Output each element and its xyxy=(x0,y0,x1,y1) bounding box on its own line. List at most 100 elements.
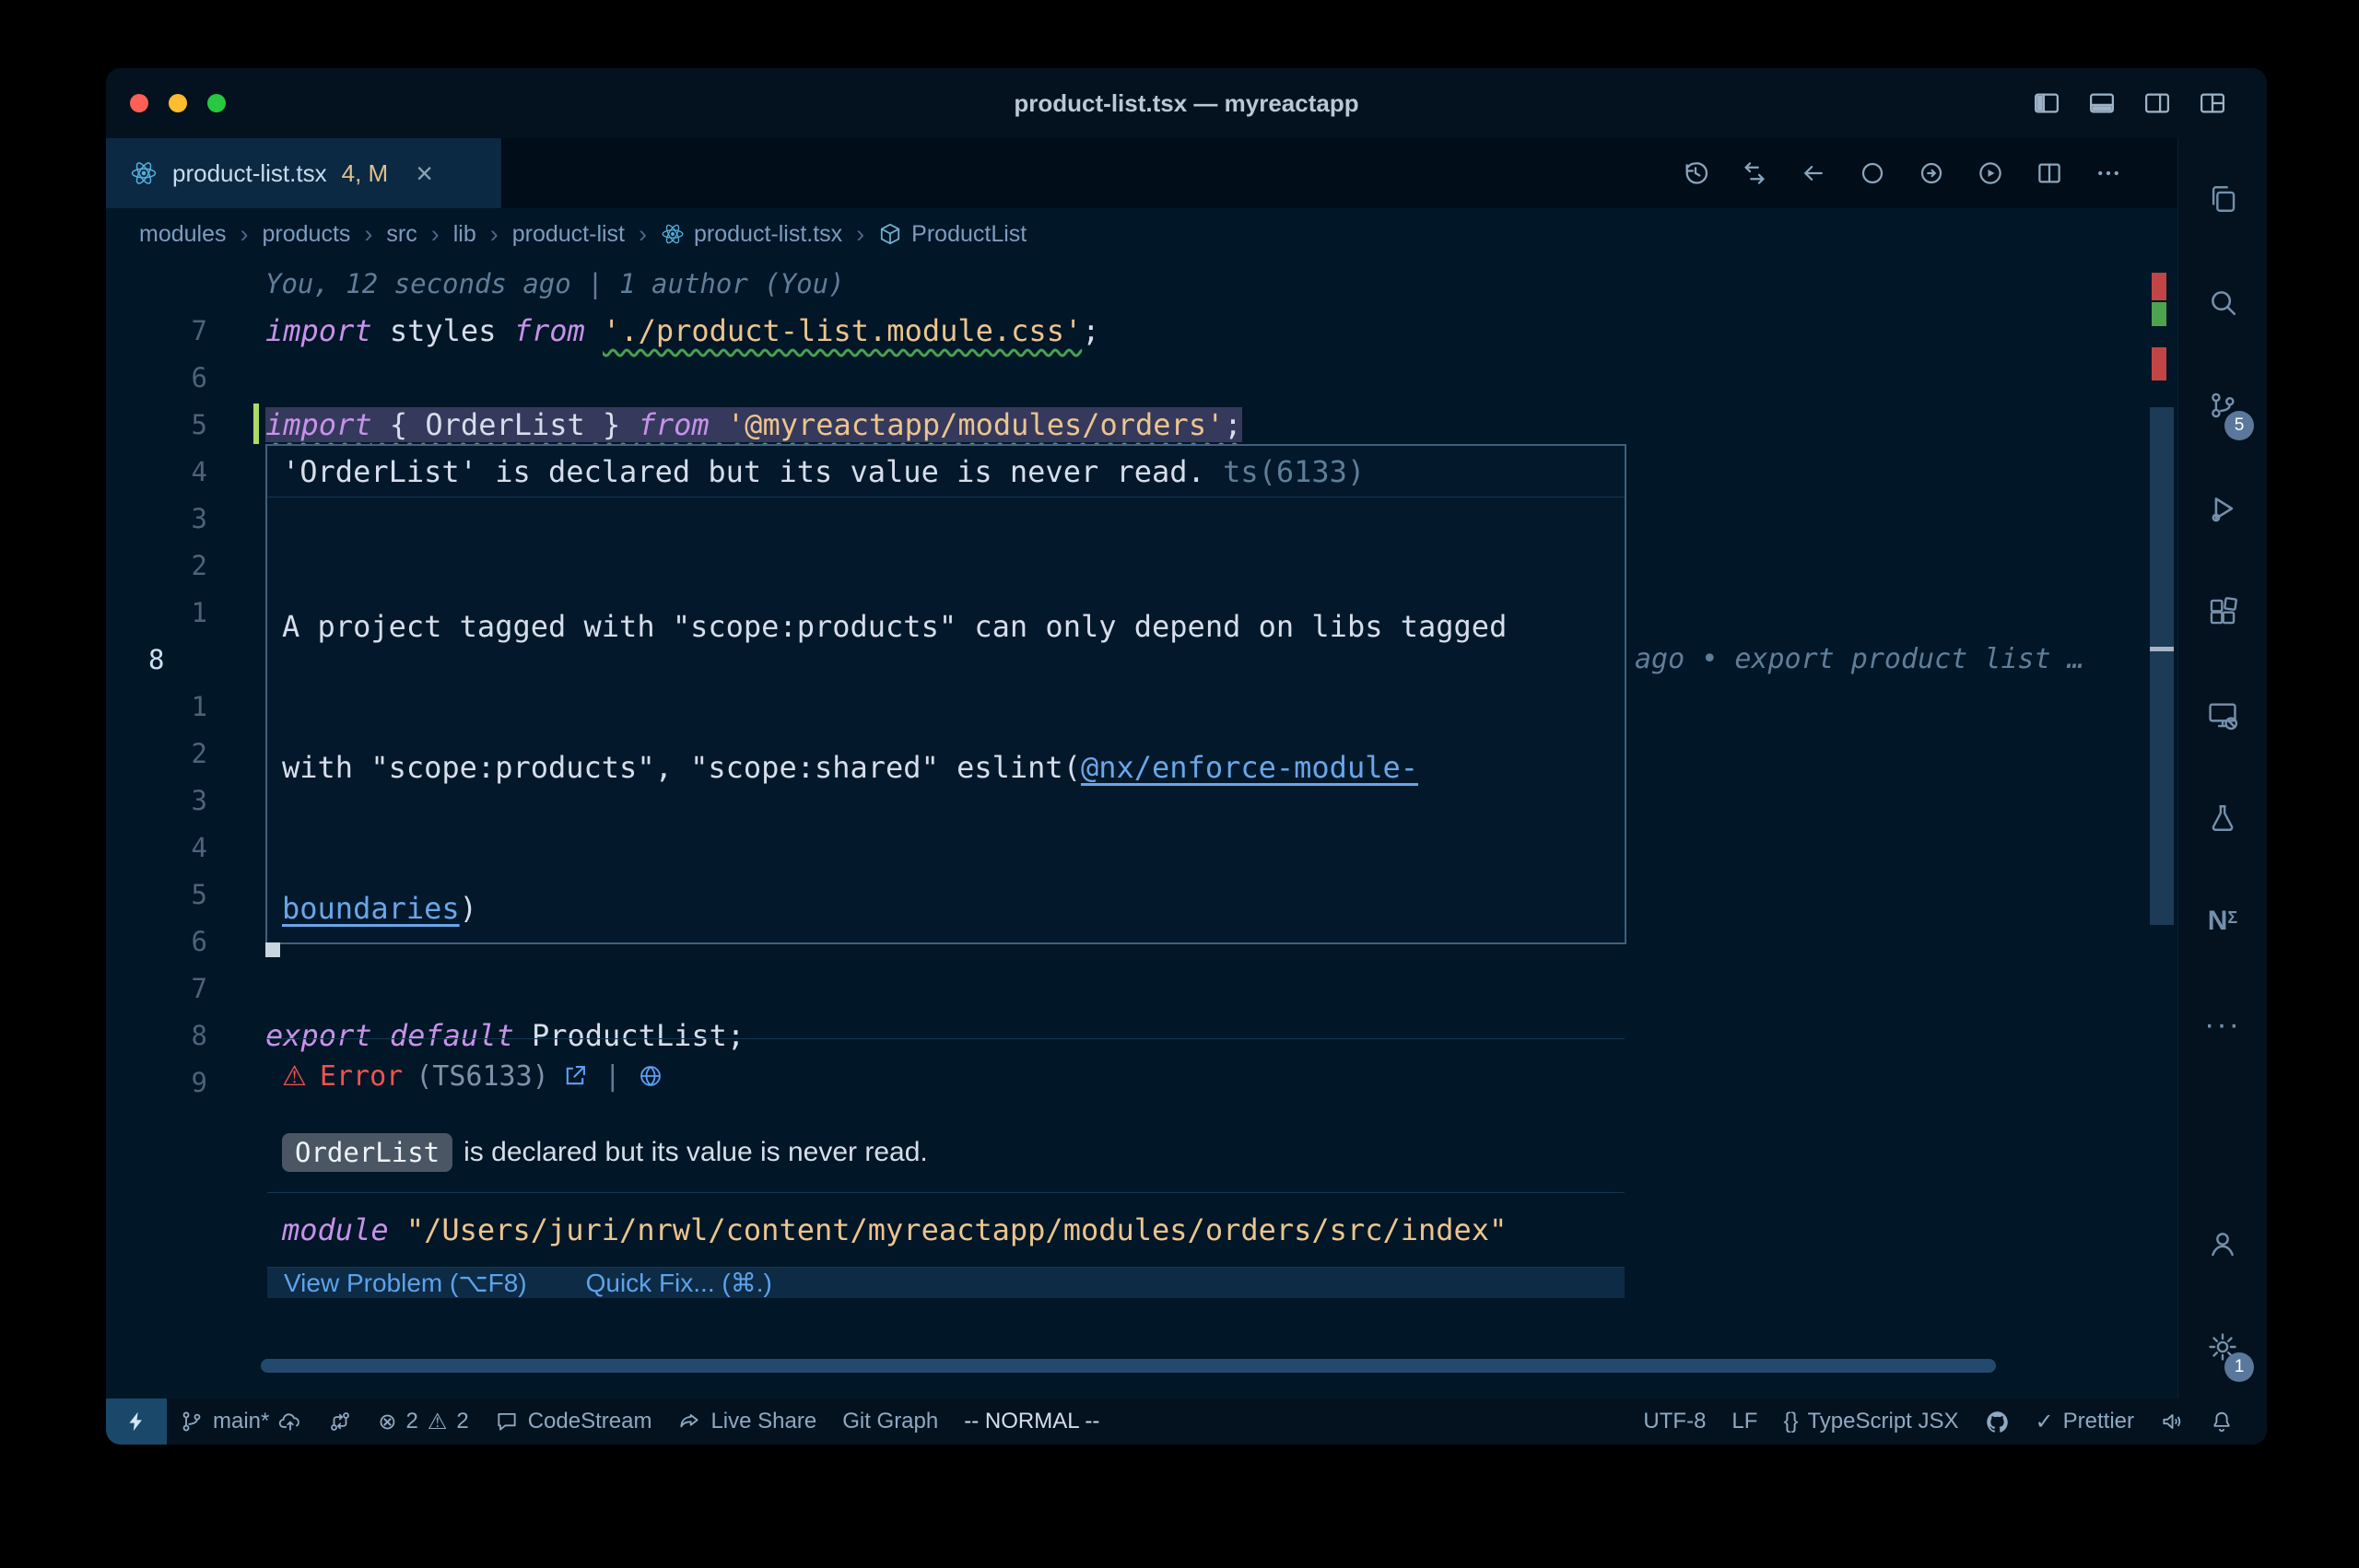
eslint-rule-link[interactable]: @nx/enforce-module- xyxy=(1081,750,1418,785)
overview-change-mark xyxy=(2152,302,2166,326)
feedback-status[interactable] xyxy=(2147,1410,2197,1433)
line-number: 3 xyxy=(106,785,265,816)
line-number: 5 xyxy=(106,879,265,910)
prettier-label: Prettier xyxy=(2063,1409,2134,1434)
breadcrumb-item-src[interactable]: src xyxy=(386,221,417,248)
chevron-right-icon: › xyxy=(431,220,440,249)
symbol-cube-icon xyxy=(878,222,902,246)
chevron-right-icon: › xyxy=(241,220,249,249)
testing-icon[interactable] xyxy=(2178,766,2267,870)
remote-explorer-icon[interactable] xyxy=(2178,663,2267,766)
prettier-status[interactable]: ✓ Prettier xyxy=(2023,1409,2147,1434)
breadcrumb-item-lib[interactable]: lib xyxy=(453,221,476,248)
compare-changes-icon[interactable] xyxy=(1741,159,1768,187)
horizontal-scrollbar[interactable] xyxy=(261,1359,1996,1373)
open-external-icon[interactable] xyxy=(562,1063,588,1089)
run-file-icon[interactable] xyxy=(1977,159,2004,187)
git-modified-gutter-marker xyxy=(253,404,259,444)
popup-resize-grip[interactable] xyxy=(265,942,280,957)
close-window-button[interactable] xyxy=(130,94,148,112)
line-number: 7 xyxy=(106,973,265,1004)
view-problem-action[interactable]: View Problem (⌥F8) xyxy=(284,1268,527,1298)
remote-indicator[interactable] xyxy=(106,1398,167,1445)
branch-label: main* xyxy=(213,1409,269,1434)
code-editor[interactable]: You, 12 seconds ago | 1 author (You) 7 i… xyxy=(106,260,2177,1398)
main-region: product-list.tsx 4, M × xyxy=(106,138,2267,1398)
eol-status[interactable]: LF xyxy=(1719,1409,1770,1434)
editor-column: product-list.tsx 4, M × xyxy=(106,138,2178,1398)
language-status[interactable]: {}TypeScript JSX xyxy=(1770,1409,1971,1434)
status-bar: main* ⊗ 2 ⚠ 2 CodeStream Live Share Git … xyxy=(106,1398,2267,1445)
window-title: product-list.tsx — myreactapp xyxy=(106,89,2267,118)
branch-status[interactable]: main* xyxy=(167,1409,315,1434)
problem-hover-popup: 'OrderList' is declared but its value is… xyxy=(265,444,1626,944)
search-icon[interactable] xyxy=(2178,251,2267,354)
settings-gear-icon[interactable]: 1 xyxy=(2178,1295,2267,1398)
additional-views-icon[interactable]: ··· xyxy=(2178,973,2267,1076)
tab-close-icon[interactable]: × xyxy=(416,158,433,188)
more-actions-icon[interactable] xyxy=(2095,159,2122,187)
vertical-scrollbar[interactable] xyxy=(2150,407,2174,925)
vim-mode-label: -- NORMAL -- xyxy=(964,1409,1099,1434)
breadcrumb-item-product-list[interactable]: product-list xyxy=(512,221,625,248)
quick-fix-action[interactable]: Quick Fix... (⌘.) xyxy=(586,1268,772,1298)
status-bar-right: UTF-8 LF {}TypeScript JSX ✓ Prettier xyxy=(1630,1409,2267,1434)
breadcrumb-item-file[interactable]: product-list.tsx xyxy=(661,221,842,248)
ts-error-code: ts(6133) xyxy=(1205,454,1365,489)
line-number: 5 xyxy=(106,409,265,440)
git-graph-label: Git Graph xyxy=(842,1409,938,1434)
navigate-forward-icon[interactable] xyxy=(1918,159,1945,187)
zoom-window-button[interactable] xyxy=(207,94,226,112)
live-share-status[interactable]: Live Share xyxy=(664,1409,829,1434)
toggle-panel-icon[interactable] xyxy=(2088,89,2116,117)
title-bar: product-list.tsx — myreactapp xyxy=(106,68,2267,138)
encoding-status[interactable]: UTF-8 xyxy=(1630,1409,1719,1434)
notifications-status[interactable] xyxy=(2197,1410,2247,1433)
git-graph-status[interactable]: Git Graph xyxy=(829,1409,951,1434)
run-debug-icon[interactable] xyxy=(2178,457,2267,560)
line-number: 2 xyxy=(106,550,265,581)
navigate-back-icon[interactable] xyxy=(1800,159,1827,187)
module-keyword: module xyxy=(282,1212,389,1247)
bell-icon xyxy=(2210,1410,2234,1433)
overview-error-mark xyxy=(2152,273,2166,300)
problems-status[interactable]: ⊗ 2 ⚠ 2 xyxy=(365,1409,481,1434)
warning-triangle-icon: ⚠ xyxy=(428,1409,448,1434)
pretty-error-text: is declared but its value is never read. xyxy=(464,1137,928,1168)
split-editor-icon[interactable] xyxy=(2036,159,2063,187)
error-circle-icon: ⊗ xyxy=(378,1409,396,1434)
source-control-icon[interactable]: 5 xyxy=(2178,354,2267,457)
breadcrumb-item-modules[interactable]: modules xyxy=(139,221,227,248)
share-icon xyxy=(677,1410,701,1433)
github-status[interactable] xyxy=(1972,1410,2023,1434)
check-icon: ✓ xyxy=(2036,1409,2054,1434)
code-line-import-orders: import { OrderList } from '@myreactapp/m… xyxy=(265,407,1242,442)
ts-error-message: 'OrderList' is declared but its value is… xyxy=(282,454,1205,489)
breadcrumb-item-symbol[interactable]: ProductList xyxy=(878,221,1027,248)
breadcrumb-item-products[interactable]: products xyxy=(263,221,351,248)
customize-layout-icon[interactable] xyxy=(2199,89,2226,117)
accounts-icon[interactable] xyxy=(2178,1192,2267,1295)
toggle-secondary-sidebar-icon[interactable] xyxy=(2143,89,2171,117)
github-icon xyxy=(1985,1410,2010,1434)
toggle-primary-sidebar-icon[interactable] xyxy=(2033,89,2060,117)
tab-product-list[interactable]: product-list.tsx 4, M × xyxy=(106,138,502,208)
eslint-rule-link[interactable]: boundaries xyxy=(282,891,460,926)
vim-mode-status[interactable]: -- NORMAL -- xyxy=(951,1409,1112,1434)
vscode-window: product-list.tsx — myreactapp xyxy=(106,68,2267,1445)
error-code: (TS6133) xyxy=(416,1060,549,1093)
warning-triangle-icon: ⚠ xyxy=(282,1060,307,1093)
line-number: 9 xyxy=(106,1067,265,1098)
explorer-icon[interactable] xyxy=(2178,147,2267,251)
eslint-message-line3: boundaries) xyxy=(282,885,1610,932)
minimize-window-button[interactable] xyxy=(169,94,187,112)
tab-problems-badge: 4, M xyxy=(342,159,389,188)
globe-icon[interactable] xyxy=(638,1063,663,1089)
codestream-status[interactable]: CodeStream xyxy=(482,1409,665,1434)
nx-console-icon[interactable]: NΣ xyxy=(2178,870,2267,973)
git-compare-status[interactable] xyxy=(315,1410,365,1433)
outline-circle-icon[interactable] xyxy=(1859,159,1886,187)
extensions-icon[interactable] xyxy=(2178,560,2267,663)
popup-ts-message-row: 'OrderList' is declared but its value is… xyxy=(267,446,1625,497)
timeline-icon[interactable] xyxy=(1682,159,1709,187)
